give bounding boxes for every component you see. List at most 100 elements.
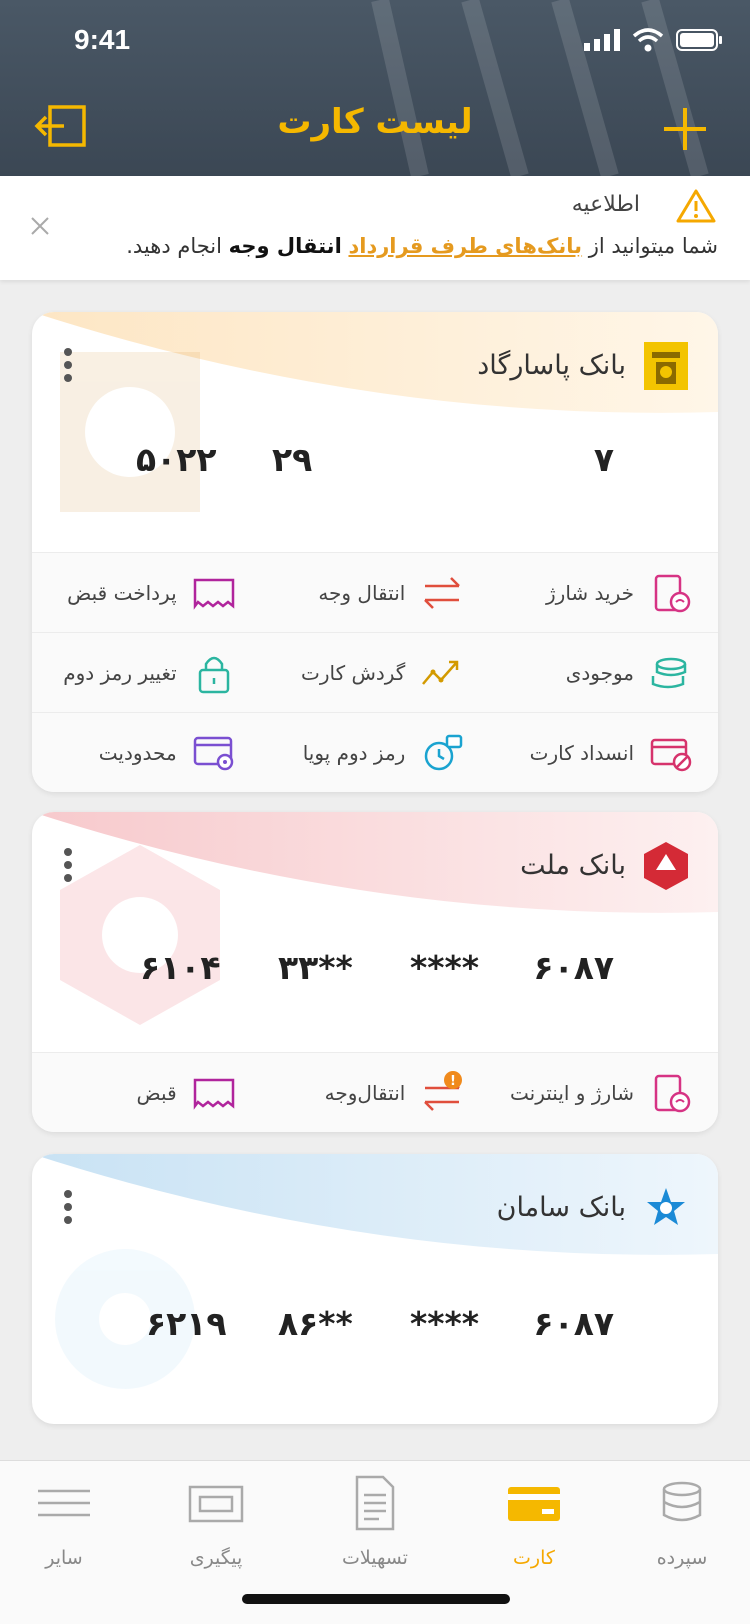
card-number-part: ۶۰۸۷: [533, 948, 614, 987]
change-pin2-action[interactable]: تغییر رمز دوم: [32, 633, 261, 712]
notice-title: اطلاعیه: [571, 192, 640, 217]
lock-icon: [198, 656, 229, 693]
action-row: انسداد کارت رمز دوم پویا محدودیت: [32, 713, 718, 792]
card-actions: خرید شارژ انتقال وجه پرداخت قبض موجودی گ…: [32, 552, 718, 792]
status-bar: 9:41: [0, 0, 750, 80]
sim-charge-icon: [654, 1074, 691, 1113]
action-label: انسداد کارت: [529, 741, 634, 765]
pasargad-logo: [644, 342, 688, 390]
page-title: لیست کارت: [277, 102, 473, 142]
dynamic-pin-action[interactable]: رمز دوم پویا: [261, 713, 490, 792]
card-actions: شارژ و اینترنت ! انتقال‌وجه قبض: [32, 1052, 718, 1132]
transfer-alert-icon: !: [424, 1071, 463, 1111]
card-settings-icon: [193, 736, 233, 771]
bank-name: بانک ملت: [520, 850, 626, 881]
bank-card-pasargad[interactable]: بانک پاسارگاد ۷ ۲۹ ۵۰۲۲ خرید شارژ انتقال…: [32, 312, 718, 792]
alert-badge: !: [450, 1074, 456, 1089]
transfer-action[interactable]: ! انتقال‌وجه: [261, 1053, 490, 1132]
card-history-action[interactable]: گردش کارت: [261, 633, 490, 712]
document-icon: [355, 1475, 395, 1531]
action-label: انتقال‌وجه: [324, 1081, 406, 1105]
card-number-part: ۶۰۸۷: [533, 1304, 614, 1343]
card-number-part: ****: [410, 1304, 480, 1343]
notice-text: شما میتوانید از بانک‌های طرف قرارداد انت…: [126, 234, 718, 258]
mellat-logo: [644, 842, 688, 890]
tab-label: سایر: [45, 1547, 83, 1569]
card-number-part: ۳۳**: [278, 948, 353, 987]
action-row: خرید شارژ انتقال وجه پرداخت قبض: [32, 553, 718, 633]
action-label: گردش کارت: [300, 660, 406, 685]
card-menu-icon[interactable]: [60, 1190, 76, 1230]
card-number-part: ۶۱۰۴: [140, 948, 221, 987]
action-label: پرداخت قبض: [67, 580, 177, 605]
close-icon[interactable]: [28, 214, 52, 238]
bill-icon: [193, 1078, 234, 1110]
block-card-action[interactable]: انسداد کارت: [489, 713, 718, 792]
card-number-part: ****: [410, 948, 480, 987]
pay-bill-action[interactable]: پرداخت قبض: [32, 553, 261, 632]
tab-label: سپرده: [656, 1547, 708, 1569]
card-number-part: ۶۲۱۹: [146, 1304, 227, 1343]
tab-label: پیگیری: [189, 1547, 243, 1569]
action-label: خرید شارژ: [546, 580, 634, 605]
notice-text-before: شما میتوانید از: [582, 234, 718, 258]
charge-internet-action[interactable]: شارژ و اینترنت: [489, 1053, 718, 1132]
signal-icon: [584, 29, 620, 51]
bank-name: بانک سامان: [496, 1192, 626, 1223]
bank-name: بانک پاسارگاد: [477, 350, 626, 381]
limits-action[interactable]: محدودیت: [32, 713, 261, 792]
action-label: قبض: [136, 1081, 177, 1105]
action-label: رمز دوم پویا: [302, 741, 406, 765]
tab-deposit[interactable]: سپرده: [622, 1475, 742, 1569]
deposit-icon: [662, 1481, 702, 1522]
tab-other[interactable]: سایر: [4, 1475, 124, 1569]
card-menu-icon[interactable]: [60, 848, 76, 888]
action-label: شارژ و اینترنت: [510, 1081, 634, 1105]
card-number-part: ۷: [593, 440, 614, 479]
card-number-part: ۵۰۲۲: [136, 440, 217, 479]
bill-action[interactable]: قبض: [32, 1053, 261, 1132]
action-row: موجودی گردش کارت تغییر رمز دوم: [32, 633, 718, 713]
tab-label: تسهیلات: [342, 1547, 408, 1569]
wifi-icon: [632, 28, 664, 52]
action-label: انتقال وجه: [318, 580, 406, 605]
action-label: تغییر رمز دوم: [63, 660, 177, 685]
tab-facilities[interactable]: تسهیلات: [315, 1475, 435, 1569]
transfer-icon: [424, 576, 461, 609]
notice-strong-text: انتقال وجه: [228, 234, 342, 258]
card-icon: [508, 1487, 560, 1521]
battery-icon: [676, 29, 722, 51]
tab-card[interactable]: کارت: [474, 1475, 594, 1569]
bill-icon: [193, 578, 234, 610]
app-header: 9:41 لیست کارت: [0, 0, 750, 176]
sim-charge-icon: [654, 574, 691, 612]
notice-banner: اطلاعیه شما میتوانید از بانک‌های طرف قرا…: [0, 176, 750, 280]
contract-banks-link[interactable]: بانک‌های طرف قرارداد: [348, 234, 582, 258]
notice-text-after: انجام دهید.: [126, 234, 229, 258]
add-card-icon[interactable]: [662, 106, 708, 152]
warning-icon: [676, 189, 716, 223]
status-icons: [584, 28, 724, 52]
tracking-icon: [188, 1485, 244, 1523]
home-indicator[interactable]: [242, 1594, 510, 1604]
card-number-part: ۸۶**: [278, 1304, 353, 1343]
saman-logo: [647, 1188, 685, 1225]
bank-card-mellat[interactable]: بانک ملت ۶۰۸۷ **** ۳۳** ۶۱۰۴ شارژ و اینت…: [32, 812, 718, 1132]
coins-icon: [651, 657, 687, 688]
action-label: محدودیت: [98, 741, 177, 765]
action-label: موجودی: [565, 660, 634, 685]
block-card-icon: [650, 738, 692, 772]
mellat-watermark: [60, 845, 220, 1025]
bank-card-saman[interactable]: بانک سامان ۶۰۸۷ **** ۸۶** ۶۲۱۹: [32, 1154, 718, 1424]
dynamic-pin-icon: [425, 734, 463, 771]
action-row: شارژ و اینترنت ! انتقال‌وجه قبض: [32, 1053, 718, 1132]
tab-tracking[interactable]: پیگیری: [156, 1475, 276, 1569]
transfer-action[interactable]: انتقال وجه: [261, 553, 490, 632]
buy-charge-action[interactable]: خرید شارژ: [489, 553, 718, 632]
card-menu-icon[interactable]: [60, 348, 76, 388]
tab-label: کارت: [513, 1547, 555, 1569]
card-number-part: ۲۹: [272, 440, 313, 479]
status-time: 9:41: [74, 24, 131, 55]
menu-icon: [38, 1489, 90, 1517]
balance-action[interactable]: موجودی: [489, 633, 718, 712]
